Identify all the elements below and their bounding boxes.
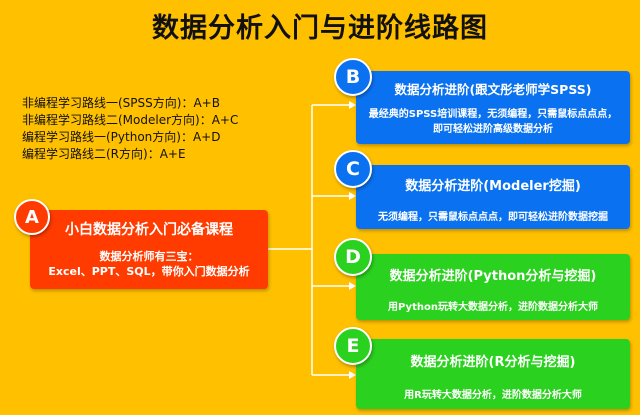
arrowhead-e: [349, 371, 356, 379]
node-b-badge: B: [334, 58, 372, 96]
node-c-title: 数据分析进阶(Modeler挖掘): [405, 179, 581, 194]
node-b-title: 数据分析进阶(跟文彤老师学SPSS): [394, 82, 592, 97]
arrowhead-b: [349, 101, 356, 109]
node-e-description: 用R玩转大数据分析，进阶数据分析大师: [404, 390, 582, 401]
node-d-title: 数据分析进阶(Python分析与挖掘): [389, 269, 597, 284]
node-b-desc-line: 最经典的SPSS培训课程，无须编程，只需鼠标点点点，: [368, 109, 618, 120]
node-a-badge: A: [14, 199, 50, 235]
node-e-badge: E: [334, 327, 372, 365]
node-e-box: 数据分析进阶(R分析与挖掘) 用R玩转大数据分析，进阶数据分析大师: [356, 339, 630, 409]
node-a-desc-line: Excel、PPT、SQL，带你入门数据分析: [48, 265, 250, 278]
arrowhead-c: [349, 192, 356, 200]
node-d-box: 数据分析进阶(Python分析与挖掘) 用Python玩转大数据分析，进阶数据分…: [356, 254, 630, 320]
node-a-title: 小白数据分析入门必备课程: [65, 222, 233, 238]
node-b-desc-line: 即可轻松进阶高级数据分析: [433, 124, 553, 135]
node-a-box: 小白数据分析入门必备课程 数据分析师有三宝： Excel、PPT、SQL，带你入…: [30, 210, 268, 289]
node-b-box: 数据分析进阶(跟文彤老师学SPSS) 最经典的SPSS培训课程，无须编程，只需鼠…: [356, 71, 630, 144]
node-b-description: 最经典的SPSS培训课程，无须编程，只需鼠标点点点， 即可轻松进阶高级数据分析: [356, 107, 630, 137]
node-c-badge: C: [334, 150, 372, 188]
node-d-description: 用Python玩转大数据分析，进阶数据分析大师: [388, 302, 598, 313]
node-c-box: 数据分析进阶(Modeler挖掘) 无须编程，只需鼠标点点点，即可轻松进阶数据挖…: [356, 165, 630, 229]
node-d-badge: D: [334, 238, 372, 276]
node-a-desc-line: 数据分析师有三宝：: [99, 250, 199, 263]
node-a-description: 数据分析师有三宝： Excel、PPT、SQL，带你入门数据分析: [30, 249, 268, 279]
arrowhead-d: [349, 282, 356, 290]
node-e-title: 数据分析进阶(R分析与挖掘): [410, 355, 576, 370]
node-c-description: 无须编程，只需鼠标点点点，即可轻松进阶数据挖掘: [378, 212, 608, 223]
